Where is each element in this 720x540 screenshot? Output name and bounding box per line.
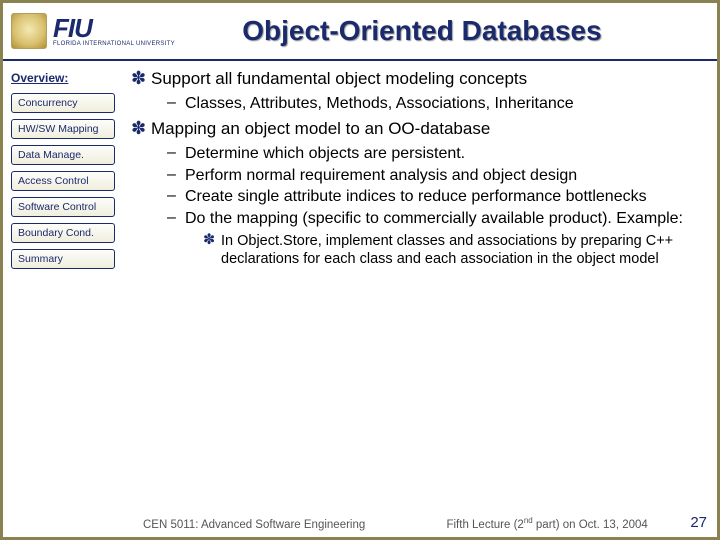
bullet-l3: ✽ In Object.Store, implement classes and…: [203, 232, 703, 268]
bullet-text: Do the mapping (specific to commercially…: [185, 209, 703, 229]
content: ✽ Support all fundamental object modelin…: [127, 69, 711, 537]
dash-icon: –: [167, 94, 185, 114]
dash-icon: –: [167, 166, 185, 186]
dash-icon: –: [167, 187, 185, 207]
body: Overview: Concurrency HW/SW Mapping Data…: [3, 61, 717, 537]
bullet-l1: ✽ Support all fundamental object modelin…: [131, 69, 703, 90]
page-number: 27: [690, 514, 707, 531]
dash-icon: –: [167, 209, 185, 229]
footer-lecture-pre: Fifth Lecture (2: [446, 519, 523, 531]
sidebar-item-data-manage[interactable]: Data Manage.: [11, 145, 115, 165]
wordmark-small: FLORIDA INTERNATIONAL UNIVERSITY: [53, 41, 175, 47]
bullet-mark-icon: ✽: [131, 119, 151, 140]
footer-course: CEN 5011: Advanced Software Engineering: [143, 519, 365, 531]
sidebar-item-boundary-cond[interactable]: Boundary Cond.: [11, 223, 115, 243]
bullet-l2: – Classes, Attributes, Methods, Associat…: [167, 94, 703, 114]
bullet-text: Perform normal requirement analysis and …: [185, 166, 703, 186]
sidebar-item-access-control[interactable]: Access Control: [11, 171, 115, 191]
dash-icon: –: [167, 144, 185, 164]
sidebar-item-hw-sw-mapping[interactable]: HW/SW Mapping: [11, 119, 115, 139]
footer-lecture: Fifth Lecture (2nd part) on Oct. 13, 200…: [365, 516, 705, 531]
header: FIU FLORIDA INTERNATIONAL UNIVERSITY Obj…: [3, 3, 717, 61]
slide: FIU FLORIDA INTERNATIONAL UNIVERSITY Obj…: [0, 0, 720, 540]
wordmark: FIU FLORIDA INTERNATIONAL UNIVERSITY: [53, 15, 175, 47]
bullet-l2: – Do the mapping (specific to commercial…: [167, 209, 703, 229]
sidebar: Overview: Concurrency HW/SW Mapping Data…: [9, 69, 127, 537]
footer: CEN 5011: Advanced Software Engineering …: [3, 516, 717, 531]
bullet-mark-icon: ✽: [203, 232, 221, 268]
bullet-text: In Object.Store, implement classes and a…: [221, 232, 703, 268]
bullet-l2: – Perform normal requirement analysis an…: [167, 166, 703, 186]
bullet-l1: ✽ Mapping an object model to an OO-datab…: [131, 119, 703, 140]
bullet-text: Determine which objects are persistent.: [185, 144, 703, 164]
footer-lecture-post: part) on Oct. 13, 2004: [533, 519, 648, 531]
bullet-text: Classes, Attributes, Methods, Associatio…: [185, 94, 703, 114]
bullet-l2: – Create single attribute indices to red…: [167, 187, 703, 207]
university-seal-icon: [11, 13, 47, 49]
footer-lecture-sup: nd: [524, 516, 533, 525]
bullet-l2: – Determine which objects are persistent…: [167, 144, 703, 164]
page-title: Object-Oriented Databases: [175, 15, 709, 47]
bullet-text: Create single attribute indices to reduc…: [185, 187, 703, 207]
sidebar-item-summary[interactable]: Summary: [11, 249, 115, 269]
bullet-text: Support all fundamental object modeling …: [151, 69, 703, 90]
overview-label: Overview:: [11, 71, 123, 85]
bullet-mark-icon: ✽: [131, 69, 151, 90]
wordmark-big: FIU: [53, 15, 175, 41]
sidebar-item-concurrency[interactable]: Concurrency: [11, 93, 115, 113]
bullet-text: Mapping an object model to an OO-databas…: [151, 119, 703, 140]
sidebar-item-software-control[interactable]: Software Control: [11, 197, 115, 217]
